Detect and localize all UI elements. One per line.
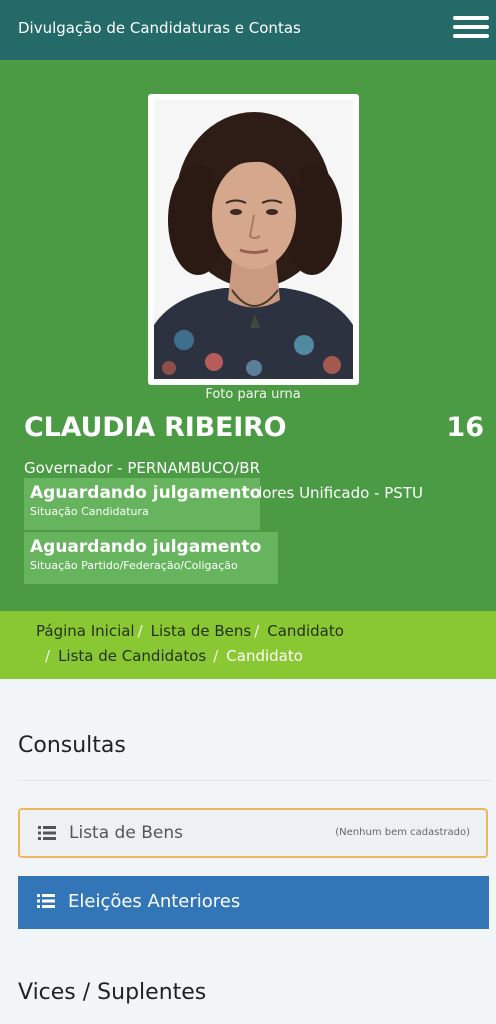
portrait-illustration — [154, 100, 353, 379]
section-title-vices: Vices / Suplentes — [18, 980, 207, 1005]
list-icon — [38, 826, 56, 840]
breadcrumb-item-home[interactable]: Página Inicial — [36, 622, 135, 640]
main-content: Consultas Lista de Bens (Nenhum bem cada… — [0, 679, 496, 1024]
status-candidatura-value: Aguardando julgamento — [30, 483, 262, 503]
section-divider — [18, 780, 492, 781]
candidate-name: CLAUDIA RIBEIRO — [24, 412, 287, 443]
breadcrumb-line: / Lista de Candidatos / Candidato — [42, 647, 303, 665]
breadcrumb-line: Página Inicial / Lista de Bens / Candidato — [36, 622, 344, 640]
menu-bar — [453, 25, 489, 29]
breadcrumb-separator: / — [137, 622, 143, 640]
menu-bar — [453, 16, 489, 20]
breadcrumb-separator: / — [45, 647, 51, 665]
eleicoes-anteriores-button[interactable]: Eleições Anteriores — [18, 876, 489, 929]
breadcrumb-item-lista-bens[interactable]: Lista de Bens — [151, 622, 252, 640]
hamburger-menu-icon[interactable] — [450, 14, 490, 44]
status-candidatura-label: Situação Candidatura — [30, 505, 149, 518]
breadcrumb-separator: / — [254, 622, 260, 640]
candidate-office: Governador - PERNAMBUCO/BR — [24, 459, 261, 477]
candidate-hero: Foto para urna CLAUDIA RIBEIRO 16 Govern… — [0, 60, 496, 611]
photo-caption: Foto para urna — [205, 387, 301, 402]
eleicoes-anteriores-label: Eleições Anteriores — [68, 891, 241, 912]
status-candidatura-badge: Aguardando julgamento Situação Candidatu… — [24, 478, 262, 530]
menu-bar — [453, 34, 489, 38]
breadcrumb-separator: / — [213, 647, 219, 665]
status-partido-badge: Aguardando julgamento Situação Partido/F… — [24, 532, 278, 584]
breadcrumb: Página Inicial / Lista de Bens / Candidato /… — [0, 611, 496, 679]
lista-bens-label: Lista de Bens — [69, 823, 183, 843]
candidate-number: 16 — [446, 412, 484, 443]
breadcrumb-item-current: Candidato — [226, 647, 303, 665]
list-icon — [37, 894, 55, 908]
breadcrumb-item-lista-candidatos[interactable]: Lista de Candidatos — [58, 647, 206, 665]
candidate-photo — [154, 100, 353, 379]
app-title[interactable]: Divulgação de Candidaturas e Contas — [18, 19, 301, 37]
candidate-photo-frame — [148, 94, 359, 385]
status-partido-label: Situação Partido/Federação/Coligação — [30, 559, 238, 572]
lista-bens-note: (Nenhum bem cadastrado) — [335, 827, 470, 838]
status-partido-value: Aguardando julgamento — [30, 537, 262, 557]
top-navbar: Divulgação de Candidaturas e Contas — [0, 0, 496, 60]
breadcrumb-item-candidato[interactable]: Candidato — [267, 622, 344, 640]
lista-bens-button[interactable]: Lista de Bens (Nenhum bem cadastrado) — [18, 808, 488, 858]
section-title-consultas: Consultas — [18, 733, 126, 758]
